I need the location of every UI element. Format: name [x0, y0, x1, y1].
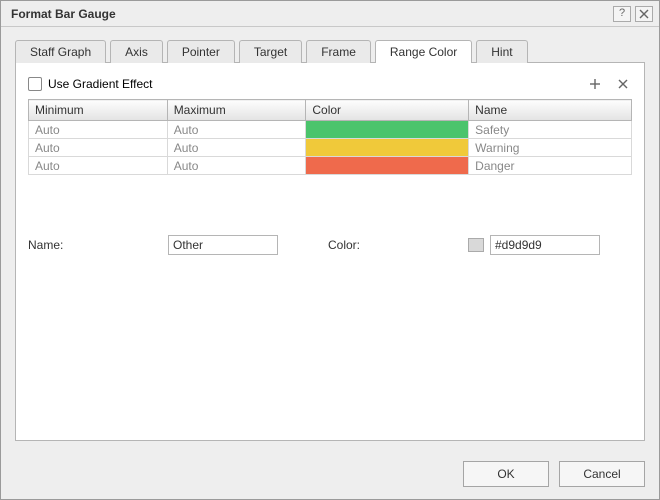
- add-row-button[interactable]: [586, 75, 604, 93]
- help-button[interactable]: ?: [613, 6, 631, 22]
- table-header-row: Minimum Maximum Color Name: [29, 100, 632, 121]
- ok-button[interactable]: OK: [463, 461, 549, 487]
- name-input[interactable]: [168, 235, 278, 255]
- cell-name[interactable]: Warning: [469, 139, 632, 157]
- color-label: Color:: [328, 238, 468, 252]
- tab-bar: Staff Graph Axis Pointer Target Frame Ra…: [15, 40, 645, 63]
- x-icon: [617, 78, 629, 90]
- cell-min[interactable]: Auto: [29, 157, 168, 175]
- remove-row-button[interactable]: [614, 75, 632, 93]
- table-row[interactable]: Auto Auto Danger: [29, 157, 632, 175]
- color-swatch: [306, 139, 468, 156]
- dialog-title: Format Bar Gauge: [11, 7, 609, 21]
- tab-pointer[interactable]: Pointer: [167, 40, 235, 63]
- cell-name[interactable]: Safety: [469, 121, 632, 139]
- cell-color[interactable]: [306, 121, 469, 139]
- dialog-window: Format Bar Gauge ? Staff Graph Axis Poin…: [0, 0, 660, 500]
- color-swatch-small[interactable]: [468, 238, 484, 252]
- tab-frame[interactable]: Frame: [306, 40, 371, 63]
- th-minimum[interactable]: Minimum: [29, 100, 168, 121]
- table-row[interactable]: Auto Auto Safety: [29, 121, 632, 139]
- cell-color[interactable]: [306, 139, 469, 157]
- cell-color[interactable]: [306, 157, 469, 175]
- tab-axis[interactable]: Axis: [110, 40, 163, 63]
- cell-max[interactable]: Auto: [167, 139, 306, 157]
- close-icon: [639, 9, 649, 19]
- cell-min[interactable]: Auto: [29, 121, 168, 139]
- footer: OK Cancel: [1, 451, 659, 499]
- tab-hint[interactable]: Hint: [476, 40, 527, 63]
- th-color[interactable]: Color: [306, 100, 469, 121]
- form-row: Name: Color:: [28, 235, 632, 255]
- color-swatch: [306, 157, 468, 174]
- help-icon: ?: [619, 8, 625, 19]
- gradient-label: Use Gradient Effect: [48, 77, 153, 91]
- cell-name[interactable]: Danger: [469, 157, 632, 175]
- plus-icon: [589, 78, 601, 90]
- th-name[interactable]: Name: [469, 100, 632, 121]
- content-area: Staff Graph Axis Pointer Target Frame Ra…: [1, 27, 659, 451]
- cell-min[interactable]: Auto: [29, 139, 168, 157]
- tab-staff-graph[interactable]: Staff Graph: [15, 40, 106, 63]
- cancel-button[interactable]: Cancel: [559, 461, 645, 487]
- gradient-checkbox[interactable]: [28, 77, 42, 91]
- tab-panel: Use Gradient Effect: [15, 62, 645, 441]
- cell-max[interactable]: Auto: [167, 157, 306, 175]
- tab-target[interactable]: Target: [239, 40, 302, 63]
- range-table: Minimum Maximum Color Name Auto Auto Saf…: [28, 99, 632, 175]
- th-maximum[interactable]: Maximum: [167, 100, 306, 121]
- tab-range-color[interactable]: Range Color: [375, 40, 472, 63]
- cell-max[interactable]: Auto: [167, 121, 306, 139]
- panel-top-row: Use Gradient Effect: [28, 75, 632, 93]
- table-row[interactable]: Auto Auto Warning: [29, 139, 632, 157]
- name-label: Name:: [28, 238, 168, 252]
- close-button[interactable]: [635, 6, 653, 22]
- color-input[interactable]: [490, 235, 600, 255]
- color-swatch: [306, 121, 468, 138]
- titlebar: Format Bar Gauge ?: [1, 1, 659, 27]
